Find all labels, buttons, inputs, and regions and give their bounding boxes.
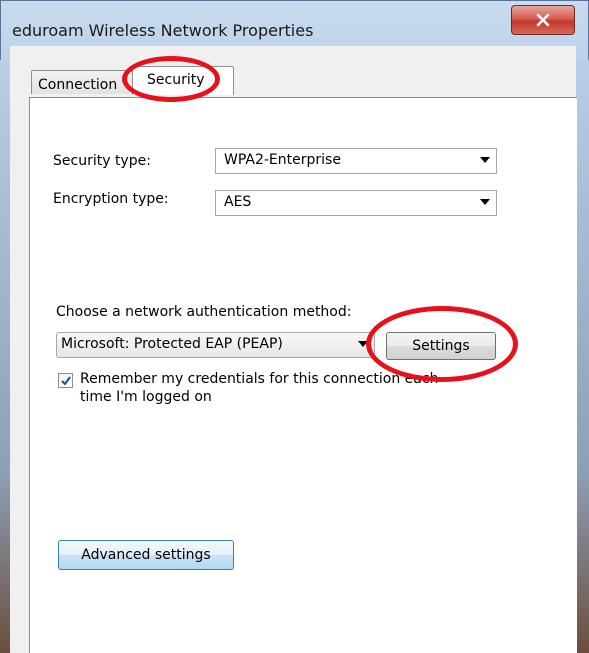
close-button[interactable] bbox=[511, 5, 575, 35]
settings-button[interactable]: Settings bbox=[386, 332, 496, 360]
close-icon bbox=[536, 13, 550, 27]
auth-method-label: Choose a network authentication method: bbox=[56, 304, 352, 320]
security-type-label: Security type: bbox=[53, 153, 151, 169]
dropdown-arrow-icon bbox=[480, 199, 490, 205]
dropdown-arrow-icon bbox=[480, 157, 490, 163]
security-type-value: WPA2-Enterprise bbox=[224, 152, 341, 168]
security-type-dropdown[interactable]: WPA2-Enterprise bbox=[215, 148, 497, 174]
tab-security[interactable]: Security bbox=[132, 66, 234, 95]
window-left-edge bbox=[0, 60, 10, 653]
checkmark-icon bbox=[60, 375, 71, 386]
remember-credentials-label[interactable]: Remember my credentials for this connect… bbox=[80, 370, 460, 406]
encryption-type-value: AES bbox=[224, 194, 252, 210]
dropdown-arrow-icon bbox=[358, 341, 368, 347]
remember-credentials-checkbox[interactable] bbox=[58, 373, 73, 388]
advanced-settings-button[interactable]: Advanced settings bbox=[58, 540, 234, 570]
encryption-type-dropdown[interactable]: AES bbox=[215, 190, 497, 216]
window-title: eduroam Wireless Network Properties bbox=[12, 21, 314, 40]
window-right-edge bbox=[576, 60, 589, 653]
tab-connection[interactable]: Connection bbox=[31, 70, 133, 94]
auth-method-dropdown[interactable]: Microsoft: Protected EAP (PEAP) bbox=[56, 332, 375, 358]
auth-method-value: Microsoft: Protected EAP (PEAP) bbox=[61, 336, 283, 352]
encryption-type-label: Encryption type: bbox=[53, 191, 169, 207]
